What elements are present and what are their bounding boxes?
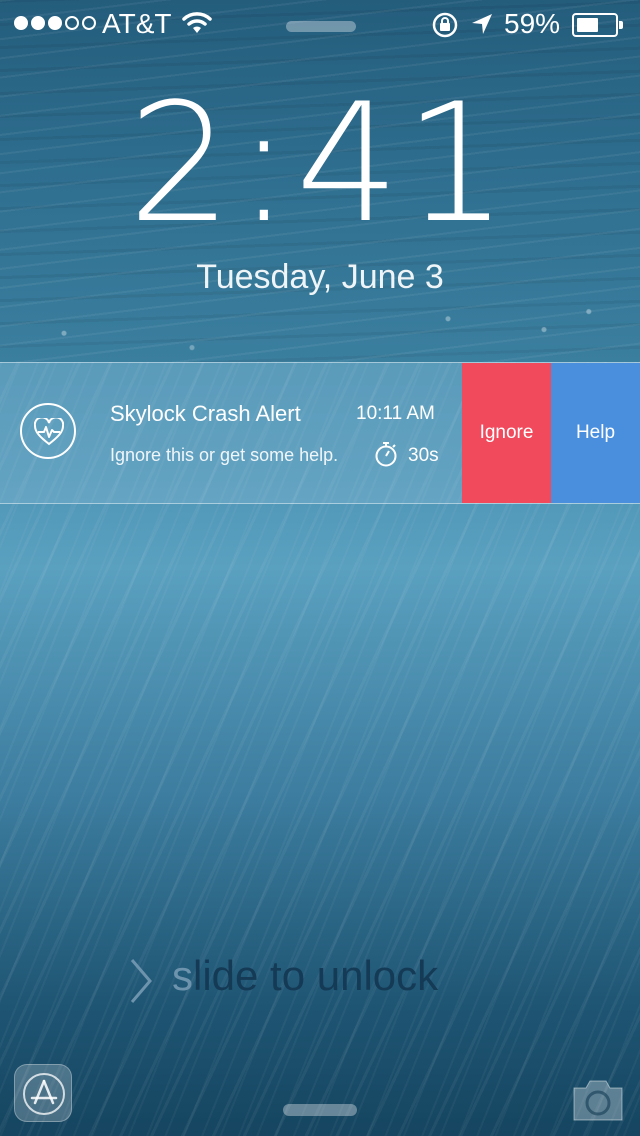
battery-fill [577,18,598,32]
signal-dot [14,16,28,30]
slide-text-highlight: s [172,952,193,999]
lock-date: Tuesday, June 3 [196,258,444,296]
signal-strength [14,16,96,30]
app-store-icon[interactable] [14,1064,72,1122]
battery-tip [619,21,623,29]
carrier-name: AT&T [102,8,172,39]
signal-dot [48,16,62,30]
stopwatch-icon [374,441,398,472]
signal-dot [65,16,79,30]
notification-body: Ignore this or get some help. [110,445,339,465]
lock-screen: AT&T 59% 2:41 Tuesday, June 3 Skylock Cr… [0,0,640,1136]
battery-icon [572,13,624,37]
countdown-value: 30s [408,445,439,466]
wifi-icon [182,11,212,40]
battery-percent: 59% [504,8,561,39]
status-bar: AT&T 59% [0,0,640,48]
slide-to-unlock[interactable]: slide to unlock [0,952,640,1008]
signal-dot [31,16,45,30]
location-arrow-icon [470,12,494,41]
wallpaper-sparkle [0,290,640,362]
camera-icon[interactable] [570,1078,626,1129]
rotation-lock-icon [431,11,459,44]
notification-time: 10:11 AM [356,403,435,424]
notification-title: Skylock Crash Alert [110,401,301,426]
signal-dot [82,16,96,30]
lock-time: 2:41 [127,68,513,259]
chevron-right-icon [128,956,154,1011]
help-button[interactable]: Help [551,363,640,503]
ignore-button-label: Ignore [479,422,534,443]
battery-body [572,13,618,37]
control-center-grabber[interactable] [283,1104,357,1116]
notification-banner[interactable]: Skylock Crash Alert 10:11 AM Ignore this… [0,362,640,504]
help-button-label: Help [575,422,616,443]
slide-to-unlock-label: slide to unlock [172,952,438,1000]
heartbeat-icon [20,403,76,459]
slide-text-rest: lide to unlock [193,952,439,999]
ignore-button[interactable]: Ignore [462,363,551,503]
notification-center-grabber[interactable] [286,21,356,32]
